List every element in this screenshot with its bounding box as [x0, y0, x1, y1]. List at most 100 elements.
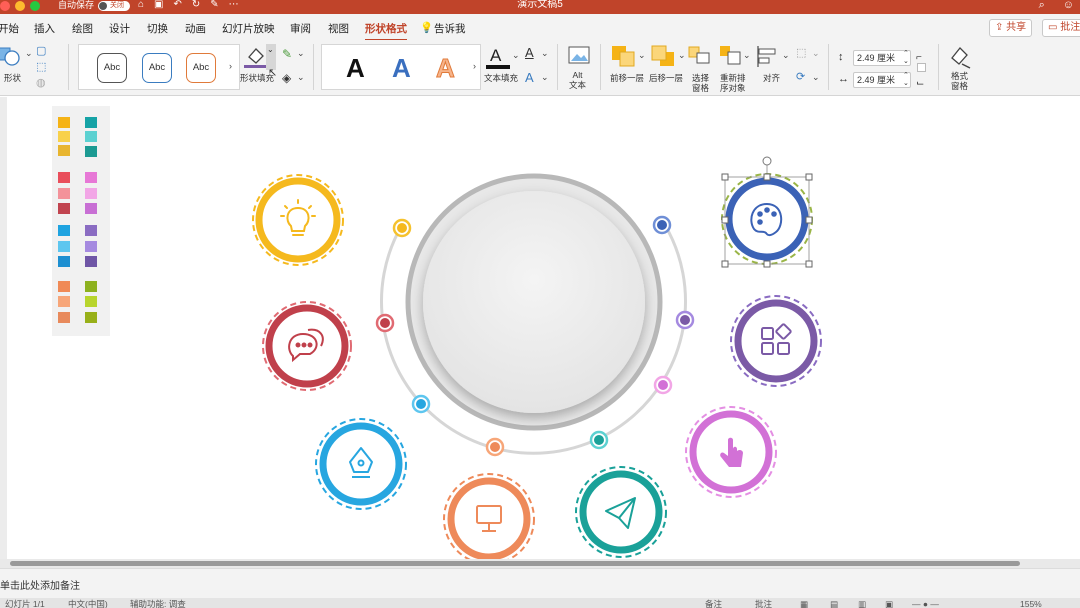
notes-placeholder[interactable]: 单击此处添加备注	[0, 577, 80, 592]
text-effects-icon[interactable]: A	[525, 70, 534, 85]
svg-text:A: A	[490, 46, 502, 65]
rotate-icon[interactable]: ⟳	[796, 70, 805, 83]
chevron-down-icon[interactable]: ⌄	[25, 48, 33, 59]
edit-shape-icon[interactable]: ⬚	[36, 60, 46, 73]
account-icon[interactable]: ☺	[1063, 0, 1074, 12]
arc-dot	[675, 310, 695, 330]
shape-fill-bucket-icon[interactable]	[244, 45, 266, 69]
arc-dot	[411, 394, 431, 414]
node-palette[interactable]	[721, 173, 813, 265]
tab-review[interactable]: 审阅	[290, 21, 311, 36]
gallery-more-icon[interactable]: ›	[473, 61, 476, 71]
chevron-down-icon[interactable]: ⌄	[297, 48, 305, 59]
chevron-down-icon[interactable]: ⌄	[297, 72, 305, 83]
format-pane-icon[interactable]	[948, 44, 972, 70]
resize-handle[interactable]	[721, 216, 729, 224]
shape-effects-icon[interactable]: ◈	[282, 71, 291, 85]
notes-pane[interactable]: 单击此处添加备注	[0, 568, 1080, 598]
accessibility-status[interactable]: 辅助功能: 调查	[130, 599, 186, 608]
chevron-down-icon[interactable]: ⌄	[638, 50, 646, 61]
language-indicator[interactable]: 中文(中国)	[68, 599, 108, 608]
selection-pane-icon[interactable]	[688, 44, 712, 68]
arc-dot	[392, 218, 412, 238]
node-bulb[interactable]	[252, 174, 344, 266]
gallery-more-icon[interactable]: ›	[229, 61, 232, 71]
status-bar: 幻灯片 1/1 中文(中国) 辅助功能: 调查 备注 批注 ▦ ▤ ▥ ▣ — …	[0, 598, 1080, 608]
slide-sorter-icon[interactable]: ▤	[830, 599, 838, 608]
node-send[interactable]	[575, 466, 667, 558]
notes-toggle[interactable]: 备注	[705, 599, 722, 608]
slideshow-view-icon[interactable]: ▣	[885, 599, 893, 608]
scrollbar-thumb[interactable]	[10, 561, 1020, 566]
alt-text-icon[interactable]	[568, 46, 592, 66]
tab-slideshow[interactable]: 幻灯片放映	[222, 21, 275, 36]
node-chat[interactable]	[262, 301, 352, 391]
resize-handle[interactable]	[763, 173, 771, 181]
send-backward-icon[interactable]	[650, 44, 678, 68]
node-pen[interactable]	[315, 418, 407, 510]
chevron-down-icon[interactable]: ⌄	[541, 48, 549, 59]
format-pane-label: 格式 窗格	[951, 71, 969, 91]
center-circle[interactable]	[423, 191, 645, 413]
shapes-icon[interactable]	[0, 46, 22, 68]
horizontal-scrollbar[interactable]	[0, 559, 1080, 568]
wordart-sample[interactable]: A	[346, 53, 365, 83]
text-fill-label: 文本填充	[484, 73, 519, 83]
chevron-down-icon[interactable]: ⌄	[743, 50, 751, 61]
comment-button[interactable]: ▭ 批注	[1042, 19, 1080, 37]
text-box-icon[interactable]: ▢	[36, 44, 46, 57]
tab-animations[interactable]: 动画	[185, 21, 206, 36]
resize-handle[interactable]	[721, 260, 729, 268]
group-icon[interactable]: ⬚	[796, 46, 806, 59]
normal-view-icon[interactable]: ▦	[800, 599, 808, 608]
resize-handle[interactable]	[721, 173, 729, 181]
resize-handle[interactable]	[805, 216, 813, 224]
chevron-down-icon[interactable]: ⌄	[678, 50, 686, 61]
text-fill-icon[interactable]: A	[486, 44, 510, 70]
bring-forward-label: 前移一层	[610, 73, 645, 83]
tab-tell-me[interactable]: 告诉我	[434, 21, 466, 36]
style-sample[interactable]: Abc	[97, 53, 127, 83]
tab-view[interactable]: 视图	[328, 21, 349, 36]
align-icon[interactable]	[756, 45, 780, 69]
bring-forward-icon[interactable]	[610, 44, 638, 68]
height-stepper[interactable]: ⌃ ⌄	[903, 50, 909, 66]
resize-handle[interactable]	[763, 260, 771, 268]
merge-shapes-icon[interactable]: ◍	[36, 76, 46, 89]
wordart-sample[interactable]: A	[436, 53, 456, 84]
chevron-down-icon[interactable]: ⌄	[541, 72, 549, 83]
share-button[interactable]: ⇪ 共享	[989, 19, 1033, 37]
size-corner-icon: ⌐	[916, 52, 922, 63]
width-stepper[interactable]: ⌃ ⌄	[903, 72, 909, 88]
wordart-sample[interactable]: A	[392, 53, 411, 83]
chevron-down-icon[interactable]: ⌄	[512, 50, 520, 61]
style-sample[interactable]: Abc	[186, 53, 216, 83]
tab-shape-format[interactable]: 形状格式	[365, 21, 407, 41]
shape-outline-icon[interactable]: ✎	[282, 47, 292, 61]
tab-transitions[interactable]: 切换	[147, 21, 168, 36]
shape-height-icon: ↕	[838, 51, 844, 63]
zoom-level[interactable]: 155%	[1020, 599, 1042, 608]
rotate-handle[interactable]	[762, 156, 772, 166]
chevron-down-icon[interactable]: ⌄	[782, 50, 790, 61]
tab-insert[interactable]: 插入	[34, 21, 55, 36]
chevron-down-icon[interactable]: ⌄	[812, 48, 820, 59]
node-touch[interactable]	[685, 406, 777, 498]
tab-design[interactable]: 设计	[109, 21, 130, 36]
lock-aspect-checkbox[interactable]	[917, 63, 926, 72]
comments-toggle[interactable]: 批注	[755, 599, 772, 608]
text-outline-icon[interactable]: A	[525, 45, 534, 60]
tell-me-lightbulb-icon[interactable]: 💡	[420, 21, 433, 34]
resize-handle[interactable]	[805, 260, 813, 268]
resize-handle[interactable]	[805, 173, 813, 181]
reorder-objects-icon[interactable]	[718, 44, 744, 68]
tab-draw[interactable]: 绘图	[72, 21, 93, 36]
node-monitor[interactable]	[443, 473, 535, 559]
zoom-slider[interactable]: — ● —	[912, 599, 939, 608]
search-icon[interactable]: ⌕	[1039, 0, 1045, 12]
reading-view-icon[interactable]: ▥	[858, 599, 866, 608]
chevron-down-icon[interactable]: ⌄	[812, 72, 820, 83]
node-apps[interactable]	[730, 295, 822, 387]
style-sample[interactable]: Abc	[142, 53, 172, 83]
tab-home[interactable]: 开始	[0, 21, 19, 36]
